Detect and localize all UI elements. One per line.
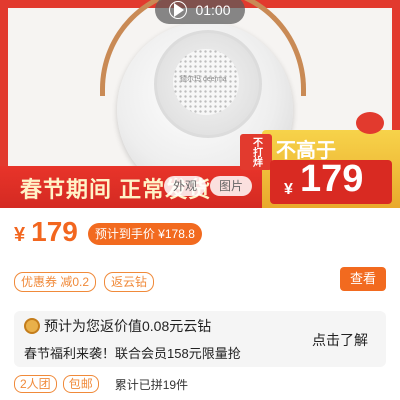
final-price-badge[interactable]: 预计到手价 ¥178.8 [87,223,202,245]
group-buy-row: 2人团 包邮 累计已拼19件 [14,375,188,393]
free-shipping-tag: 包邮 [62,375,99,393]
coupon-cloud-diamond[interactable]: 返云钻 [104,272,155,292]
tab-images[interactable]: 图片 [210,176,253,196]
promo-currency: ¥ [284,181,293,198]
coin-icon [24,318,40,334]
cashback-text: 预计为您返价值0.08元云钻 [44,318,212,334]
view-coupons-button[interactable]: 查看 [340,267,386,291]
group-count-text: 累计已拼19件 [114,377,189,392]
learn-more-link[interactable]: 点击了解 [312,330,368,350]
play-icon [169,1,188,19]
video-play-button[interactable]: 01:00 [155,0,245,24]
product-image-carousel[interactable]: 德尔玛 deerma 01:00 春节期间 正常发货 外观 图片 不打烊 不高于… [0,0,400,208]
membership-promo-text: 春节福利来袭！联合会员158元限量抢 [24,346,241,361]
price-value: 179 [31,216,78,247]
promo-price: 179 [300,158,364,200]
price-row: ¥ 179 预计到手价 ¥178.8 [14,216,202,248]
video-duration: 01:00 [195,2,231,18]
coupon-list: 优惠券 减0.2 返云钻 [14,272,155,292]
coupon-discount[interactable]: 优惠券 减0.2 [14,272,97,292]
price-currency: ¥ [14,224,26,246]
promo-stamp: 不打烊 [240,134,272,170]
lantern-icon [356,112,384,134]
brand-logo: 德尔玛 deerma [180,76,227,83]
tab-appearance[interactable]: 外观 [164,176,207,196]
group-size-tag: 2人团 [14,375,57,393]
